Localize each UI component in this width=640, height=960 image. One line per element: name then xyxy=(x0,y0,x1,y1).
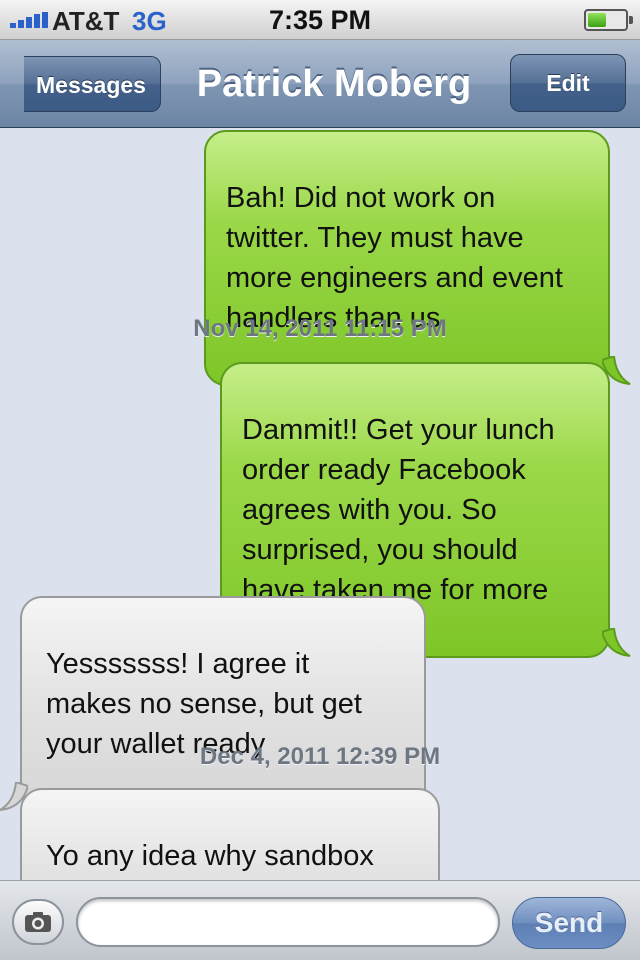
message-thread[interactable]: Bah! Did not work on twitter. They must … xyxy=(0,128,640,880)
message-text: Dammit!! Get your lunch order ready Face… xyxy=(242,414,555,606)
back-button-label: Messages xyxy=(36,72,146,98)
navigation-bar: Messages Patrick Moberg Edit xyxy=(0,40,640,128)
edit-button[interactable]: Edit xyxy=(510,54,626,112)
message-timestamp: Dec 4, 2011 12:39 PM xyxy=(199,743,441,770)
message-text: Yo any idea why sandbox is down? xyxy=(46,840,374,872)
status-bar: AT&T 3G 7:35 PM xyxy=(0,0,640,40)
message-timestamp: Nov 14, 2011 11:15 PM xyxy=(193,315,447,342)
status-time: 7:35 PM xyxy=(268,5,372,35)
message-text: Bah! Did not work on twitter. They must … xyxy=(226,182,563,334)
message-bubble-sent[interactable]: Bah! Did not work on twitter. They must … xyxy=(204,130,631,386)
conversation-title: Patrick Moberg xyxy=(196,63,472,105)
battery-level xyxy=(588,13,606,27)
bubble-tail xyxy=(602,628,631,657)
send-button[interactable]: Send xyxy=(512,897,626,949)
message-bubble-received[interactable]: Yesssssss! I agree it makes no sense, bu… xyxy=(0,596,426,812)
message-text-field[interactable] xyxy=(76,897,500,947)
camera-icon xyxy=(25,912,51,932)
battery-icon xyxy=(584,9,633,31)
messages-back-button[interactable]: Messages xyxy=(24,56,161,112)
message-bubble-received[interactable]: Yo any idea why sandbox is down? xyxy=(20,788,440,880)
camera-button[interactable] xyxy=(12,899,64,945)
message-input-bar: Send xyxy=(0,880,640,960)
